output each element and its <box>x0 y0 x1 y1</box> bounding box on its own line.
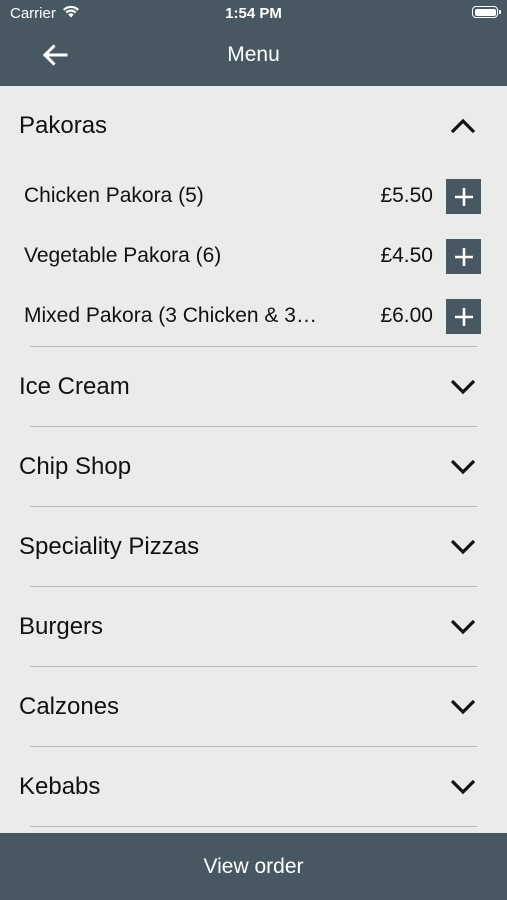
nav-bar: Menu <box>0 28 507 86</box>
view-order-button[interactable]: View order <box>0 833 507 900</box>
section-items: Chicken Pakora (5) £5.50 Vegetable Pakor… <box>0 166 507 347</box>
add-item-button[interactable] <box>446 179 481 214</box>
section-title: Chip Shop <box>19 453 132 480</box>
menu-section-pakoras: Pakoras Chicken Pakora (5) £5.50 Vegetab… <box>0 86 507 347</box>
menu-item: Vegetable Pakora (6) £4.50 <box>0 226 507 286</box>
menu-section-chip-shop[interactable]: Chip Shop <box>0 427 507 507</box>
chevron-down-icon <box>449 454 477 480</box>
menu-section-kebabs[interactable]: Kebabs <box>0 747 507 827</box>
item-name: Mixed Pakora (3 Chicken & 3… <box>24 304 317 327</box>
chevron-up-icon <box>449 113 477 139</box>
menu-list: Pakoras Chicken Pakora (5) £5.50 Vegetab… <box>0 86 507 833</box>
status-time: 1:54 PM <box>225 5 282 22</box>
status-bar: Carrier 1:54 PM <box>0 0 507 28</box>
header: Carrier 1:54 PM Menu <box>0 0 507 86</box>
section-title: Burgers <box>19 613 104 640</box>
menu-section-calzones[interactable]: Calzones <box>0 667 507 747</box>
chevron-down-icon <box>449 374 477 400</box>
menu-item: Chicken Pakora (5) £5.50 <box>0 166 507 226</box>
chevron-down-icon <box>449 694 477 720</box>
divider <box>30 826 477 827</box>
item-price: £5.50 <box>380 184 433 207</box>
battery-icon <box>472 6 501 18</box>
section-header[interactable]: Pakoras <box>0 86 507 166</box>
plus-icon <box>454 307 473 326</box>
menu-item: Mixed Pakora (3 Chicken & 3… £6.00 <box>0 286 507 346</box>
menu-section-burgers[interactable]: Burgers <box>0 587 507 667</box>
section-title: Calzones <box>19 693 120 720</box>
item-price: £6.00 <box>380 304 433 327</box>
page-title: Menu <box>227 43 280 66</box>
section-title: Pakoras <box>19 112 108 139</box>
menu-section-speciality-pizzas[interactable]: Speciality Pizzas <box>0 507 507 587</box>
item-name: Vegetable Pakora (6) <box>24 244 222 267</box>
chevron-down-icon <box>449 534 477 560</box>
section-title: Ice Cream <box>19 373 130 400</box>
add-item-button[interactable] <box>446 299 481 334</box>
plus-icon <box>454 247 473 266</box>
item-name: Chicken Pakora (5) <box>24 184 204 207</box>
plus-icon <box>454 187 473 206</box>
chevron-down-icon <box>449 774 477 800</box>
chevron-down-icon <box>449 614 477 640</box>
item-price: £4.50 <box>380 244 433 267</box>
menu-section-ice-cream[interactable]: Ice Cream <box>0 347 507 427</box>
section-title: Kebabs <box>19 773 101 800</box>
add-item-button[interactable] <box>446 239 481 274</box>
section-title: Speciality Pizzas <box>19 533 200 560</box>
